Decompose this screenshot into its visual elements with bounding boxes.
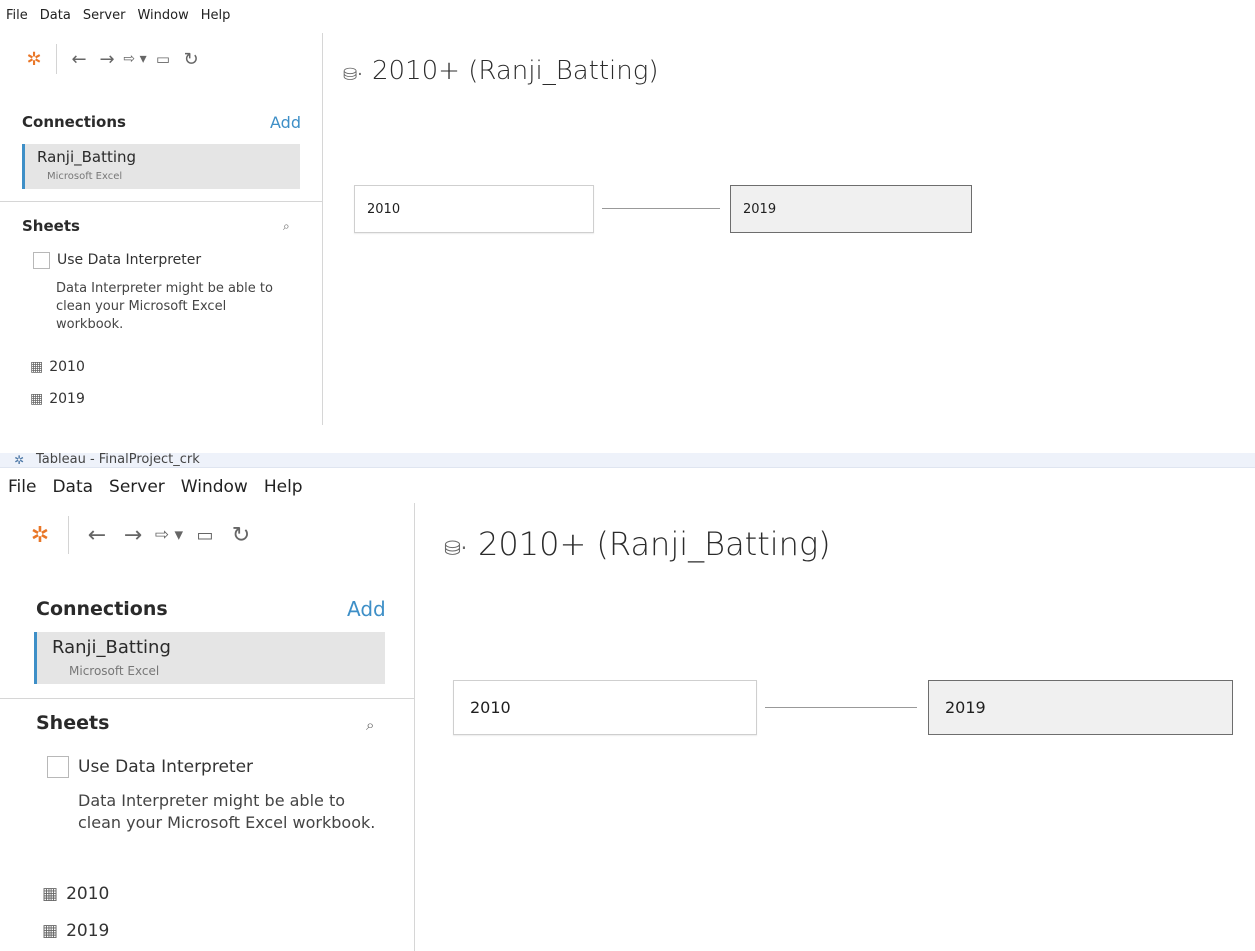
search-icon[interactable]: ⌕: [283, 219, 290, 234]
menu-bar: File Data Server Window Help: [0, 8, 236, 23]
table-card-2010[interactable]: 2010: [453, 680, 757, 735]
connection-type: Microsoft Excel: [69, 664, 160, 678]
refresh-icon[interactable]: ↻: [223, 523, 259, 548]
datasource-title[interactable]: 2010+ (Ranji_Batting): [478, 525, 831, 563]
save-icon[interactable]: ▭: [149, 50, 177, 68]
table-grid-icon: ▦: [42, 884, 59, 904]
table-grid-icon: ▦: [30, 359, 44, 375]
connections-heading: Connections: [22, 113, 126, 131]
use-data-interpreter-label: Use Data Interpreter: [78, 757, 254, 777]
add-connection-link[interactable]: Add: [347, 597, 386, 621]
use-data-interpreter-checkbox[interactable]: [47, 756, 69, 778]
sidebar-divider: [0, 698, 414, 699]
sheet-item-2010[interactable]: ▦ 2010: [30, 359, 85, 375]
menu-help[interactable]: Help: [201, 8, 231, 23]
table-card-label: 2010: [367, 201, 401, 217]
data-source-sidebar: ✲ ← → ⇨ ▾ ▭ ↻ Connections Add Ranji_Batt…: [0, 503, 415, 951]
forward-arrow-icon[interactable]: →: [93, 49, 121, 70]
menu-window[interactable]: Window: [181, 477, 248, 497]
connection-name: Ranji_Batting: [37, 148, 137, 166]
sheet-name: 2010: [49, 359, 85, 375]
forward-arrow-icon[interactable]: →: [115, 523, 151, 548]
data-interpreter-hint: Data Interpreter might be able to clean …: [78, 791, 376, 832]
menu-bar: File Data Server Window Help: [0, 477, 311, 497]
back-arrow-icon[interactable]: ←: [79, 523, 115, 548]
menu-data[interactable]: Data: [52, 477, 93, 497]
sidebar-divider: [0, 201, 322, 202]
join-line[interactable]: [602, 208, 720, 209]
data-source-sidebar: ✲ ← → ⇨ ▾ ▭ ↻ Connections Add Ranji_Batt…: [0, 33, 323, 425]
redo-dropdown-icon[interactable]: ⇨ ▾: [121, 51, 149, 67]
sheet-name: 2010: [66, 884, 110, 904]
table-card-label: 2010: [470, 698, 511, 717]
menu-file[interactable]: File: [6, 8, 28, 23]
table-grid-icon: ▦: [30, 391, 44, 407]
datasource-cylinder-icon[interactable]: ⛁·: [444, 536, 467, 560]
use-data-interpreter-label: Use Data Interpreter: [57, 252, 202, 268]
table-card-2010[interactable]: 2010: [354, 185, 594, 233]
table-card-label: 2019: [743, 201, 777, 217]
redo-dropdown-icon[interactable]: ⇨ ▾: [151, 525, 187, 545]
sheets-heading: Sheets: [36, 712, 110, 734]
menu-server[interactable]: Server: [109, 477, 165, 497]
connection-type: Microsoft Excel: [47, 171, 123, 182]
data-interpreter-hint: Data Interpreter might be able to clean …: [56, 281, 273, 332]
sidebar-toolbar: ✲ ← → ⇨ ▾ ▭ ↻: [22, 516, 259, 554]
connection-item[interactable]: Ranji_Batting Microsoft Excel: [22, 144, 300, 189]
menu-file[interactable]: File: [8, 477, 36, 497]
datasource-title[interactable]: 2010+ (Ranji_Batting): [372, 56, 659, 86]
menu-data[interactable]: Data: [40, 8, 71, 23]
connections-heading: Connections: [36, 598, 168, 620]
tableau-app-icon: ✲: [14, 453, 25, 467]
toolbar-separator: [68, 516, 69, 554]
sidebar-toolbar: ✲ ← → ⇨ ▾ ▭ ↻: [20, 44, 205, 74]
save-icon[interactable]: ▭: [187, 525, 223, 546]
window-title: Tableau - FinalProject_crk: [36, 453, 200, 467]
tableau-logo-icon[interactable]: ✲: [20, 49, 48, 70]
table-card-2019[interactable]: 2019: [928, 680, 1233, 735]
datasource-cylinder-icon[interactable]: ⛁·: [343, 65, 363, 85]
menu-server[interactable]: Server: [83, 8, 126, 23]
back-arrow-icon[interactable]: ←: [65, 49, 93, 70]
sheet-item-2010[interactable]: ▦ 2010: [42, 884, 109, 904]
use-data-interpreter-checkbox[interactable]: [33, 252, 50, 269]
sheet-item-2019[interactable]: ▦ 2019: [42, 921, 109, 941]
sheet-item-2019[interactable]: ▦ 2019: [30, 391, 85, 407]
search-icon[interactable]: ⌕: [366, 716, 374, 734]
menu-window[interactable]: Window: [137, 8, 188, 23]
join-line[interactable]: [765, 707, 917, 708]
refresh-icon[interactable]: ↻: [177, 49, 205, 70]
connection-name: Ranji_Batting: [52, 637, 171, 658]
sheet-name: 2019: [49, 391, 85, 407]
add-connection-link[interactable]: Add: [270, 113, 301, 132]
screenshot-bottom: ✲ Tableau - FinalProject_crk File Data S…: [0, 453, 1255, 951]
table-card-label: 2019: [945, 698, 986, 717]
toolbar-separator: [56, 44, 57, 74]
sheets-heading: Sheets: [22, 217, 80, 235]
table-card-2019[interactable]: 2019: [730, 185, 972, 233]
window-titlebar: ✲ Tableau - FinalProject_crk: [0, 453, 1255, 468]
screenshot-top: File Data Server Window Help ✲ ← → ⇨ ▾ ▭…: [0, 0, 1010, 425]
menu-help[interactable]: Help: [264, 477, 303, 497]
tableau-logo-icon[interactable]: ✲: [22, 523, 58, 548]
connection-item[interactable]: Ranji_Batting Microsoft Excel: [34, 632, 385, 684]
table-grid-icon: ▦: [42, 921, 59, 941]
sheet-name: 2019: [66, 921, 110, 941]
